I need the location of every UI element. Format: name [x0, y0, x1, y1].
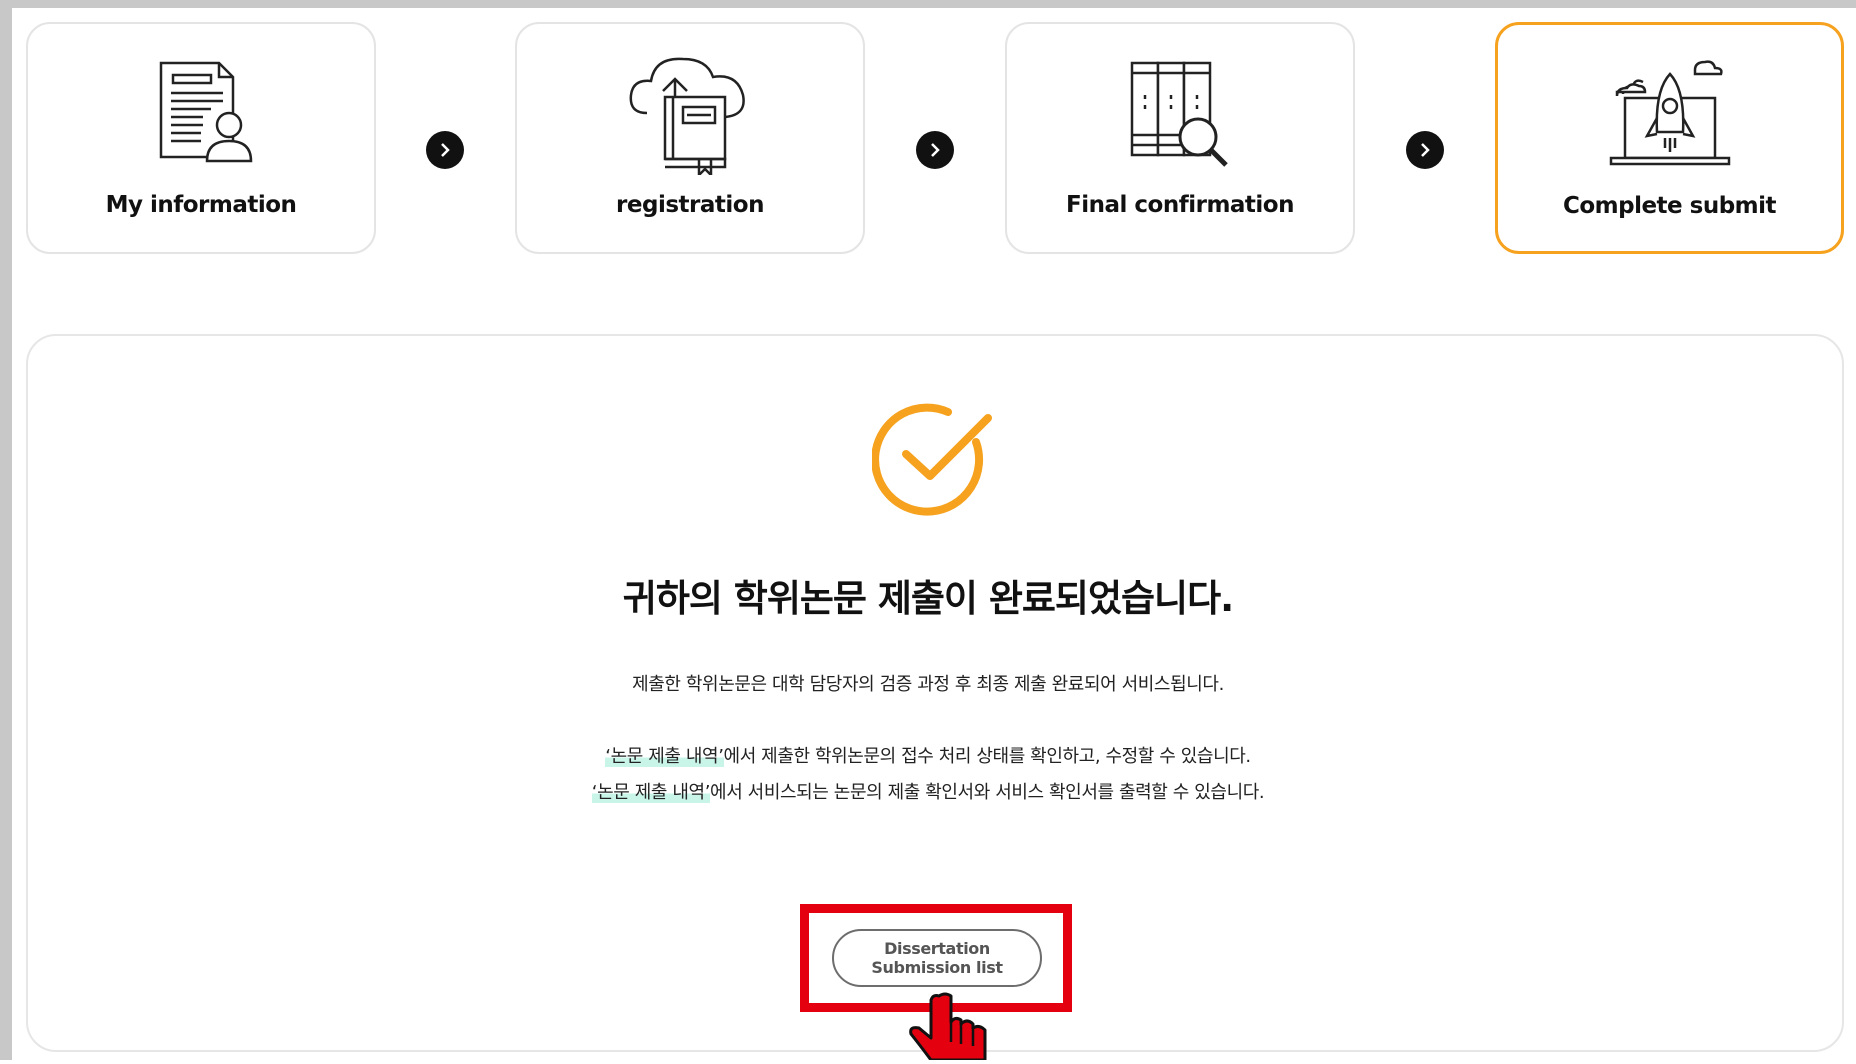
step-label: Complete submit [1562, 193, 1777, 219]
submission-history-link: ‘논문 제출 내역’ [605, 746, 724, 767]
chevron-right-icon [1406, 131, 1444, 169]
step-label: registration [616, 192, 764, 218]
step-label: My information [105, 192, 297, 218]
step-registration[interactable]: registration [515, 22, 865, 254]
step-complete-submit[interactable]: Complete submit [1495, 22, 1844, 254]
step-label: Final confirmation [1066, 192, 1294, 218]
bookshelf-search-icon [1110, 48, 1250, 178]
check-circle-icon [871, 398, 998, 524]
document-person-icon [131, 48, 271, 178]
completion-title: 귀하의 학위논문 제출이 완료되었습니다. [622, 577, 1234, 620]
cloud-upload-book-icon [620, 48, 760, 178]
step-final-confirmation[interactable]: Final confirmation [1005, 22, 1355, 254]
completion-note-1: ‘논문 제출 내역’에서 제출한 학위논문의 접수 처리 상태를 확인하고, 수… [0, 742, 1856, 768]
laptop-rocket-icon [1600, 49, 1740, 179]
submission-history-link: ‘논문 제출 내역’ [591, 782, 711, 803]
pointer-hand-icon [905, 992, 995, 1062]
step-my-information[interactable]: My information [26, 22, 376, 254]
chevron-right-icon [916, 131, 954, 169]
completion-description: 제출한 학위논문은 대학 담당자의 검증 과정 후 최종 제출 완료되어 서비스… [632, 674, 1224, 695]
note-text: 에서 서비스되는 논문의 제출 확인서와 서비스 확인서를 출력할 수 있습니다… [710, 782, 1265, 803]
dissertation-submission-list-button[interactable]: Dissertation Submission list [832, 929, 1042, 987]
completion-note-2: ‘논문 제출 내역’에서 서비스되는 논문의 제출 확인서와 서비스 확인서를 … [0, 778, 1856, 804]
note-text: 에서 제출한 학위논문의 접수 처리 상태를 확인하고, 수정할 수 있습니다. [723, 746, 1252, 767]
chevron-right-icon [426, 131, 464, 169]
